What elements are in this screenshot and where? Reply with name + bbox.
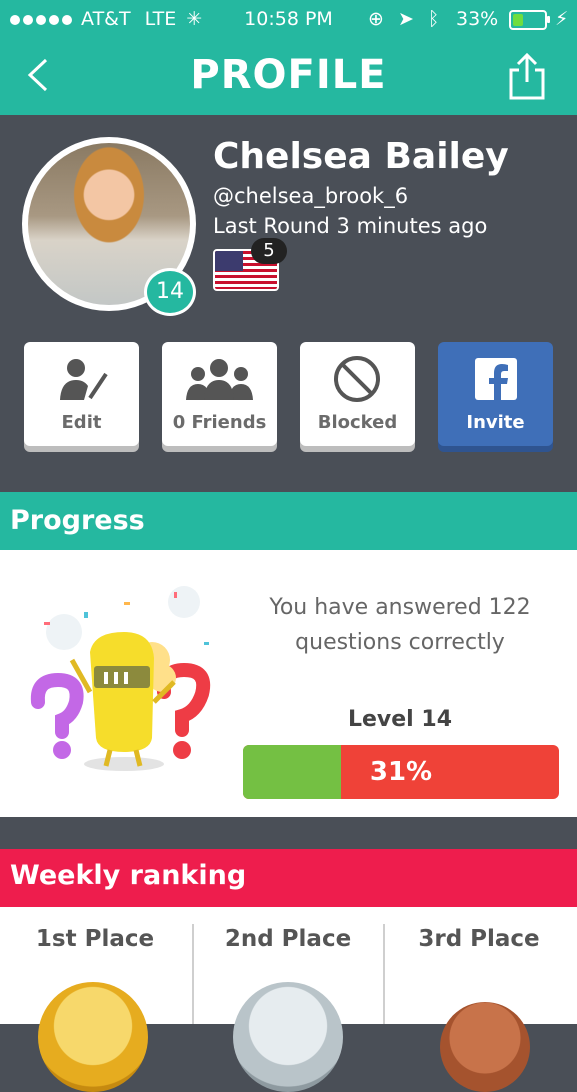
share-button[interactable]	[505, 52, 549, 100]
share-icon	[509, 52, 545, 100]
friends-icon	[186, 359, 253, 400]
profile-handle: @chelsea_brook_6	[213, 184, 409, 208]
first-place-label: 1st Place	[35, 926, 155, 952]
answered-text: You have answered 122 questions correctl…	[269, 595, 531, 655]
third-place-label: 3rd Place	[418, 926, 540, 952]
charging-icon: ⚡	[555, 8, 569, 30]
flag-count-badge: 5	[251, 238, 287, 264]
progress-percent: 31%	[369, 757, 433, 787]
level-label: Level 14	[347, 707, 453, 732]
bronze-medal-icon	[440, 1002, 530, 1092]
blocked-label: Blocked	[317, 412, 398, 433]
edit-user-icon	[60, 359, 108, 400]
section-gap	[0, 817, 577, 849]
battery-percent: 33%	[456, 8, 499, 30]
edit-label: Edit	[61, 412, 102, 433]
knight-mascot-illustration	[30, 586, 211, 771]
invite-label: Invite	[466, 412, 525, 433]
weekly-ranking-title: Weekly ranking	[10, 860, 247, 891]
blocked-icon	[334, 356, 380, 402]
status-icons: ⊕ ➤ ᛒ	[368, 8, 439, 30]
friends-button[interactable]: 0 Friends	[162, 342, 277, 446]
last-round: Last Round 3 minutes ago	[213, 214, 488, 238]
second-place-label: 2nd Place	[224, 926, 352, 952]
location-icon: ➤	[397, 8, 414, 30]
profile-name: Chelsea Bailey	[213, 136, 509, 177]
level-progress-bar: 31%	[243, 745, 559, 799]
gold-medal-icon	[38, 982, 148, 1092]
invite-button[interactable]: Invite	[438, 342, 553, 446]
edit-button[interactable]: Edit	[24, 342, 139, 446]
divider	[383, 924, 385, 1024]
bluetooth-icon: ᛒ	[427, 8, 440, 30]
battery-tip	[547, 16, 550, 23]
silver-medal-icon	[233, 982, 343, 1092]
blocked-button[interactable]: Blocked	[300, 342, 415, 446]
battery-icon	[509, 10, 547, 30]
lock-rotation-icon: ⊕	[368, 8, 384, 30]
level-badge: 14	[144, 268, 196, 316]
progress-title: Progress	[10, 505, 145, 536]
page-title: PROFILE	[190, 52, 387, 98]
battery-fill	[513, 14, 523, 26]
facebook-icon	[475, 358, 517, 400]
friends-label: 0 Friends	[172, 412, 267, 433]
divider	[192, 924, 194, 1024]
